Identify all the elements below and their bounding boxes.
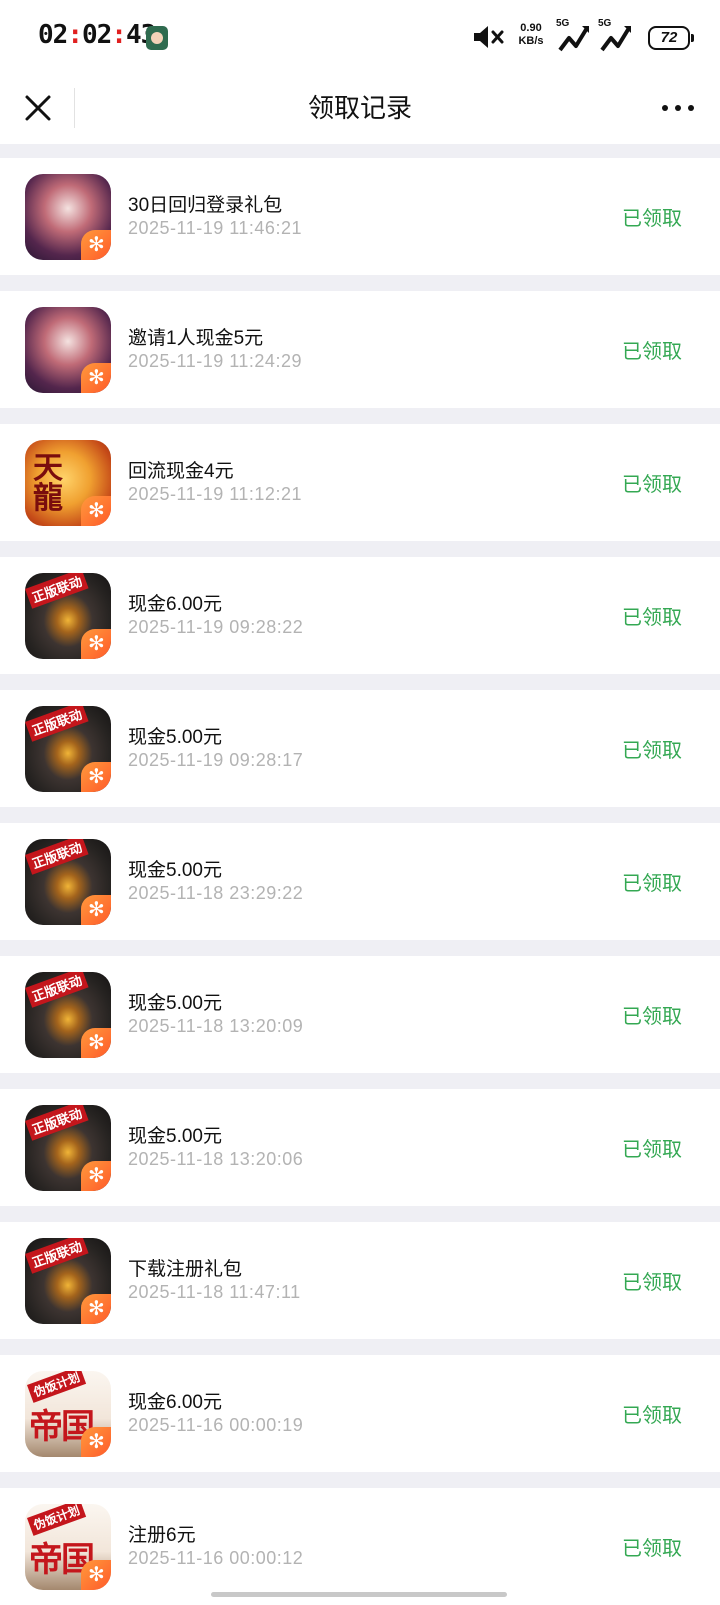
record-title: 现金5.00元 [128,860,222,881]
game-icon [25,307,111,393]
record-title: 下载注册礼包 [128,1259,243,1280]
status-bar: 02:02:43 0.90 KB/s 5G 5G 72 [0,0,720,72]
platform-badge-icon [81,762,111,792]
claimed-status[interactable]: 已领取 [622,734,682,763]
platform-badge-icon [81,1028,111,1058]
record-title: 注册6元 [128,1525,196,1546]
record-title: 现金5.00元 [128,727,222,748]
record-item[interactable]: 30日回归登录礼包2025-11-19 11:46:21 已领取 [0,158,720,275]
game-icon-label: 正版联动 [25,839,89,875]
record-date: 2025-11-19 11:24:29 [128,351,302,371]
close-icon [25,95,51,121]
game-icon: 伪饭计划 帝国 [25,1371,111,1457]
platform-badge-icon [81,895,111,925]
game-icon: 正版联动 [25,972,111,1058]
more-dots-icon [662,105,694,111]
record-date: 2025-11-18 11:47:11 [128,1282,301,1302]
platform-badge-icon [81,1161,111,1191]
record-item[interactable]: 正版联动现金5.00元2025-11-19 09:28:17 已领取 [0,690,720,807]
game-icon: 正版联动 [25,1238,111,1324]
record-date: 2025-11-18 13:20:09 [128,1016,304,1036]
app-notification-icon [146,26,168,50]
record-item[interactable]: 天龍 回流现金4元2025-11-19 11:12:21 已领取 [0,424,720,541]
record-item[interactable]: 正版联动下载注册礼包2025-11-18 11:47:11 已领取 [0,1222,720,1339]
claimed-status[interactable]: 已领取 [622,867,682,896]
record-date: 2025-11-19 11:46:21 [128,218,302,238]
record-item[interactable]: 伪饭计划帝国注册6元2025-11-16 00:00:12 已领取 [0,1488,720,1605]
platform-badge-icon [81,230,111,260]
claimed-status[interactable]: 已领取 [622,335,682,364]
record-item[interactable]: 正版联动现金6.00元2025-11-19 09:28:22 已领取 [0,557,720,674]
nav-bar: 领取记录 [0,72,720,144]
record-item[interactable]: 正版联动现金5.00元2025-11-18 13:20:09 已领取 [0,956,720,1073]
record-title: 现金5.00元 [128,1126,222,1147]
game-icon-label: 天龍 [33,451,63,516]
record-item[interactable]: 伪饭计划帝国现金6.00元2025-11-16 00:00:19 已领取 [0,1355,720,1472]
game-icon: 伪饭计划 帝国 [25,1504,111,1590]
game-icon-label: 正版联动 [25,573,89,609]
signal-5g-icon-1: 5G [556,18,592,59]
record-date: 2025-11-16 00:00:12 [128,1548,304,1568]
record-title: 现金6.00元 [128,594,222,615]
more-button[interactable] [658,90,698,126]
record-title: 回流现金4元 [128,461,234,482]
record-title: 30日回归登录礼包 [128,195,283,216]
platform-badge-icon [81,363,111,393]
record-date: 2025-11-18 23:29:22 [128,883,304,903]
platform-badge-icon [81,1294,111,1324]
game-icon: 正版联动 [25,706,111,792]
claimed-status[interactable]: 已领取 [622,1399,682,1428]
record-item[interactable]: 正版联动现金5.00元2025-11-18 23:29:22 已领取 [0,823,720,940]
game-icon-label: 正版联动 [25,1105,89,1141]
net-speed: 0.90 KB/s [518,22,544,47]
record-item[interactable]: 正版联动现金5.00元2025-11-18 13:20:06 已领取 [0,1089,720,1206]
game-icon: 正版联动 [25,1105,111,1191]
record-title: 邀请1人现金5元 [128,328,264,349]
claimed-status[interactable]: 已领取 [622,468,682,497]
claimed-status[interactable]: 已领取 [622,1532,682,1561]
platform-badge-icon [81,1560,111,1590]
record-title: 现金6.00元 [128,1392,222,1413]
game-icon: 正版联动 [25,839,111,925]
platform-badge-icon [81,629,111,659]
game-icon: 天龍 [25,440,111,526]
status-clock: 02:02:43 [38,20,156,50]
record-date: 2025-11-19 09:28:22 [128,617,304,637]
game-icon-label: 正版联动 [25,972,89,1008]
claimed-status[interactable]: 已领取 [622,601,682,630]
game-icon-label: 正版联动 [25,706,89,742]
page-title: 领取记录 [307,93,412,123]
close-button[interactable] [18,88,58,128]
claimed-status[interactable]: 已领取 [622,1000,682,1029]
claimed-status[interactable]: 已领取 [622,202,682,231]
mute-icon [474,26,504,48]
game-icon [25,174,111,260]
battery-indicator: 72 [648,26,694,50]
claimed-status[interactable]: 已领取 [622,1266,682,1295]
record-date: 2025-11-19 09:28:17 [128,750,304,770]
platform-badge-icon [81,496,111,526]
home-indicator[interactable] [211,1592,507,1597]
record-date: 2025-11-19 11:12:21 [128,484,302,504]
game-icon-label: 正版联动 [25,1238,89,1274]
record-date: 2025-11-18 13:20:06 [128,1149,304,1169]
claimed-status[interactable]: 已领取 [622,1133,682,1162]
game-icon: 正版联动 [25,573,111,659]
record-item[interactable]: 邀请1人现金5元2025-11-19 11:24:29 已领取 [0,291,720,408]
record-date: 2025-11-16 00:00:19 [128,1415,304,1435]
platform-badge-icon [81,1427,111,1457]
nav-divider [74,88,75,128]
signal-5g-icon-2: 5G [598,18,634,59]
record-title: 现金5.00元 [128,993,222,1014]
